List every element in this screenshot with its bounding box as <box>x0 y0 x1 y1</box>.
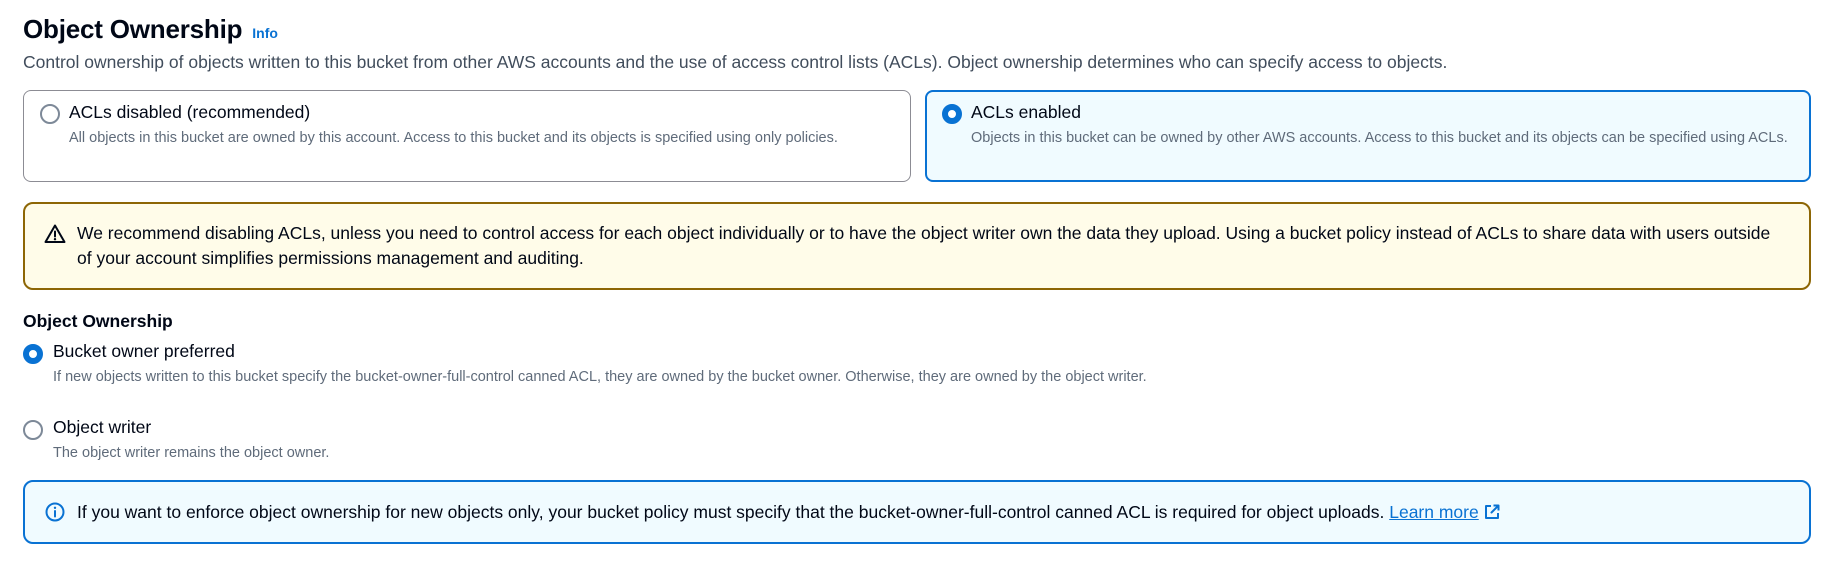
bucket-owner-preferred-label: Bucket owner preferred <box>53 341 235 361</box>
acl-tiles-group: ACLs disabled (recommended) All objects … <box>23 90 1811 182</box>
bucket-owner-preferred-description: If new objects written to this bucket sp… <box>53 369 1147 385</box>
info-text: If you want to enforce object ownership … <box>77 502 1385 522</box>
section-title: Object Ownership <box>23 14 243 44</box>
section-header: Object Ownership Info <box>23 14 1828 50</box>
object-writer-description: The object writer remains the object own… <box>53 445 330 461</box>
info-link[interactable]: Info <box>252 25 278 41</box>
section-description: Control ownership of objects written to … <box>23 52 1448 72</box>
option-object-writer[interactable]: Object writer The object writer remains … <box>23 416 1243 476</box>
ownership-info-alert: If you want to enforce object ownership … <box>23 480 1811 544</box>
acl-warning-alert: We recommend disabling ACLs, unless you … <box>23 202 1811 290</box>
ownership-radio-group: Bucket owner preferred If new objects wr… <box>23 340 1243 476</box>
acls-enabled-label: ACLs enabled <box>971 102 1081 122</box>
object-writer-label: Object writer <box>53 417 152 437</box>
learn-more-link[interactable]: Learn more <box>1389 502 1479 522</box>
info-text-line: If you want to enforce object ownership … <box>77 500 1779 525</box>
tile-acls-enabled[interactable]: ACLs enabled Objects in this bucket can … <box>925 90 1811 182</box>
ownership-label: Object Ownership <box>23 311 173 331</box>
info-icon <box>45 502 65 522</box>
acls-disabled-description: All objects in this bucket are owned by … <box>69 130 838 146</box>
warning-icon <box>44 224 66 243</box>
acls-enabled-description: Objects in this bucket can be owned by o… <box>971 130 1788 146</box>
warning-text: We recommend disabling ACLs, unless you … <box>77 223 1771 268</box>
bucket-owner-preferred-radio[interactable] <box>23 344 43 364</box>
external-link-icon[interactable] <box>1483 503 1501 521</box>
tile-acls-disabled[interactable]: ACLs disabled (recommended) All objects … <box>23 90 911 182</box>
acls-disabled-radio[interactable] <box>40 104 60 124</box>
option-bucket-owner-preferred[interactable]: Bucket owner preferred If new objects wr… <box>23 340 1243 416</box>
acls-disabled-label: ACLs disabled (recommended) <box>69 102 311 122</box>
acls-enabled-radio[interactable] <box>942 104 962 124</box>
object-writer-radio[interactable] <box>23 420 43 440</box>
